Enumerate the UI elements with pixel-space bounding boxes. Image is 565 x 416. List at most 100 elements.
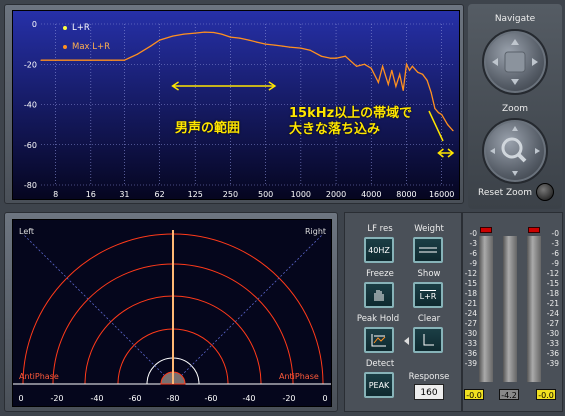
phase-scope-display: 0 -20 -40 -60 -80 -60 -40 -20 0 Left Right AntiP… [12,219,332,407]
meter-scale-right: -0 -3 -6 -9 -12 -15 -18 -21 -24 -27 -30 -33 -36 -39 [543,229,559,369]
meter-scale-label: -39 [546,359,559,368]
navigate-label: Navigate [494,14,536,24]
weight-button[interactable] [413,237,443,263]
lf-res-button[interactable]: 40HZ [364,237,394,263]
legend-item-max-lr: Max L+R [63,42,110,52]
move-arrows-icon [492,39,538,85]
control-panel [344,212,462,412]
peak-hold-button[interactable] [364,327,394,353]
x-tick-label: 1000 [291,190,311,199]
series-point [405,63,408,65]
spectrum-display[interactable]: 0 -20 -40 -60 -80 8 16 31 62 125 250 500 1000 2000 400… [12,10,460,200]
series-point [300,47,302,49]
meter-scale-label: -21 [464,299,477,308]
series-point [335,57,337,59]
series-point [399,73,401,75]
series-point [422,73,424,75]
peak-hold-label: Peak Hold [356,314,400,324]
phase-left-label: Left [19,227,35,236]
freeze-label: Freeze [366,269,394,279]
legend-label-max-lr: Max L+R [72,42,111,52]
series-point [248,39,250,41]
meter-scale-label: -33 [464,339,477,348]
left-peak-led [480,227,492,233]
meter-scale-label: -24 [546,309,559,318]
series-point [183,33,185,35]
series-point [411,65,414,67]
y-tick-label: -40 [24,101,37,110]
series-point [356,65,358,67]
x-tick-label: 8 [53,190,58,199]
series-point [256,41,258,43]
x-tick-label: 31 [119,190,129,199]
x-tick-label: 16000 [429,190,454,199]
series-point [417,71,419,73]
show-button[interactable]: L+R [413,282,443,308]
x-tick-label: 16 [86,190,96,199]
meter-scale-label: -27 [546,319,559,328]
reset-zoom-button[interactable] [536,183,554,201]
series-point [171,35,174,37]
meter-scale-label: -9 [469,259,477,268]
series-point [395,85,397,87]
series-point [387,83,389,85]
arrow-left-icon [404,337,409,345]
meter-scale-label: -12 [464,269,477,278]
phase-scale-label: -60 [204,394,217,403]
series-point [391,69,393,71]
zoom-knob[interactable] [482,118,548,184]
meter-scale-label: -30 [464,329,477,338]
series-point [320,55,323,57]
show-value: L+R [419,289,437,301]
phase-scale-label: -20 [50,394,63,403]
meter-scale-label: -0 [469,229,477,238]
y-tick-label: -80 [24,181,37,190]
series-point [265,43,267,45]
weight-label: Weight [414,224,444,234]
right-readout: -0.0 [536,389,556,400]
clear-button[interactable] [413,327,443,353]
y-tick-label: 0 [32,20,37,29]
x-tick-label: 2000 [326,190,346,199]
series-point [344,55,346,57]
meter-scale-label: -30 [546,329,559,338]
series-point [434,107,436,110]
series-point [159,39,161,41]
lf-res-value: 40HZ [368,245,390,255]
series-point [123,59,126,61]
series-point [309,49,311,51]
x-tick-label: 500 [258,190,273,199]
meter-scale-label: -21 [546,299,559,308]
annotation-highfreq-line2: 大きな落ち込み [289,122,381,137]
meter-scale-label: -6 [551,249,559,258]
series-point [437,111,439,114]
phase-scale-label: 0 [322,394,327,403]
left-level-meter [479,236,493,382]
legend-item-lr: L+R [63,23,90,33]
x-tick-label: 62 [155,190,165,199]
meter-scale-label: -3 [551,239,559,248]
phase-scale-label: -40 [242,394,255,403]
response-value-field[interactable]: 160 [414,384,444,400]
flat-weight-icon [419,247,437,253]
meter-scale-label: -18 [464,289,477,298]
show-label: Show [417,269,441,279]
series-point [288,46,291,48]
meter-scale-label: -24 [464,309,477,318]
series-point [381,65,384,67]
detect-button[interactable]: PEAK [364,372,394,398]
series-point [229,36,232,38]
antiphase-left-label: AntiPhase [19,372,59,381]
magnifier-icon [490,126,540,176]
navigate-knob[interactable] [482,29,548,95]
clear-label: Clear [417,314,441,324]
freeze-button[interactable] [364,282,394,308]
detect-label: Detect [365,359,395,369]
meter-scale-label: -9 [551,259,559,268]
series-point [274,44,276,46]
meter-scale-label: -33 [546,339,559,348]
x-tick-label: 8000 [396,190,416,199]
phase-scale-label: -80 [166,394,179,403]
meter-scale-label: -6 [469,249,477,258]
series-point [330,57,332,59]
